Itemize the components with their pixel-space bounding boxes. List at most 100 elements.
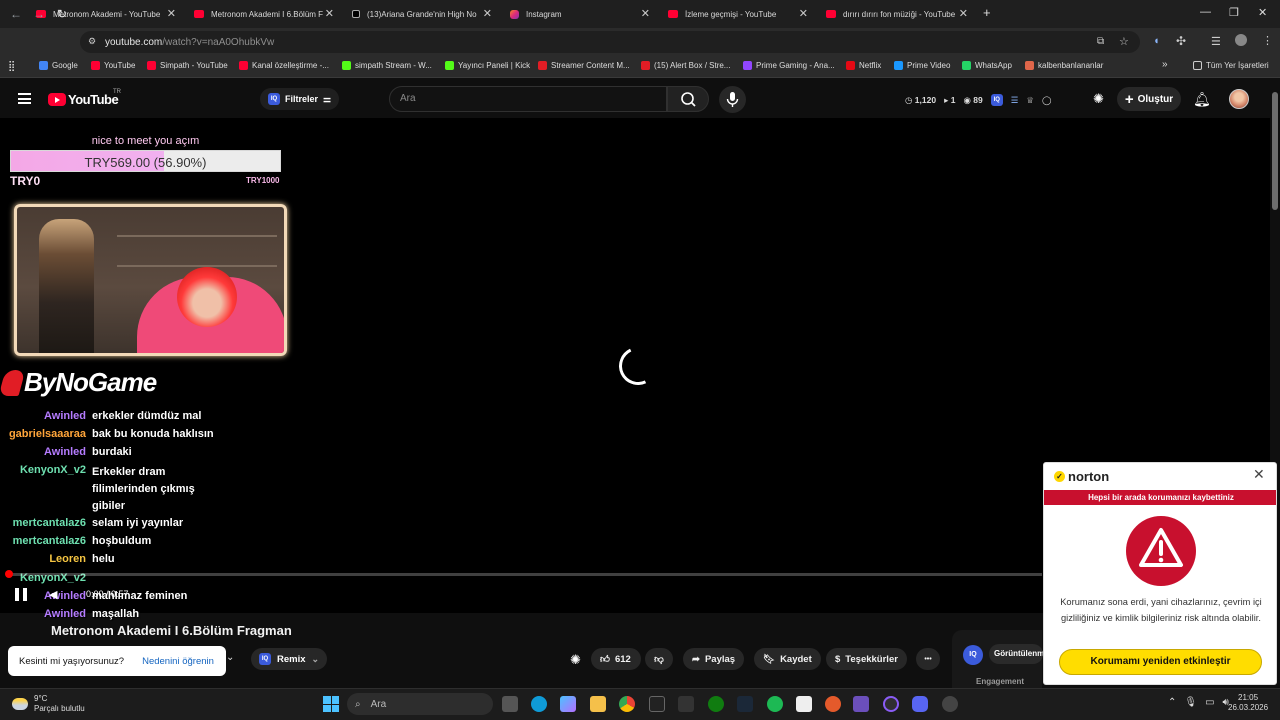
search-button[interactable] <box>667 86 709 112</box>
discord-icon[interactable] <box>912 696 928 712</box>
reload-icon[interactable]: ↻ <box>57 7 67 21</box>
youtube-logo-text[interactable]: YouTube <box>68 92 119 107</box>
progress-bar[interactable] <box>12 573 1042 576</box>
volume-icon[interactable]: ◀ <box>49 588 57 601</box>
bookmark-item[interactable]: Google <box>39 61 78 70</box>
progress-scrubber[interactable] <box>5 570 13 578</box>
tab-1[interactable]: Metronom Akademi - YouTube ✕ <box>30 4 180 24</box>
microphone-icon[interactable]: 🎙︎ <box>1184 697 1197 708</box>
bookmark-item[interactable]: kalbenbanlananlar <box>1025 61 1103 70</box>
steam-icon[interactable] <box>737 696 753 712</box>
tab-3[interactable]: (13)Ariana Grande'nin High No ✕ <box>346 4 496 24</box>
close-icon[interactable]: ✕ <box>799 7 808 20</box>
iq-extension-icon[interactable]: IQ <box>963 645 983 665</box>
sparkle-icon[interactable]: ✺ <box>1093 91 1104 107</box>
chevron-up-icon[interactable]: ⌃ <box>1168 697 1176 708</box>
extensions-icon[interactable]: ✣ <box>1176 34 1186 48</box>
remix-button[interactable]: IQ Remix ⌄ <box>251 648 328 670</box>
bookmark-item[interactable]: simpath Stream - W... <box>342 61 432 70</box>
bookmark-star-icon[interactable]: ☆ <box>1119 35 1129 48</box>
file-explorer-icon[interactable] <box>590 696 606 712</box>
bookmarks-overflow-icon[interactable]: » <box>1162 59 1168 70</box>
close-icon[interactable]: ✕ <box>641 7 650 20</box>
amazon-icon[interactable] <box>678 696 694 712</box>
minimize-icon[interactable]: — <box>1200 6 1211 18</box>
bookmark-item[interactable]: Simpath - YouTube <box>147 61 228 70</box>
pause-button[interactable] <box>15 588 27 601</box>
bookmark-item[interactable]: Kanal özelleştirme -... <box>239 61 329 70</box>
clock[interactable]: 21:05 26.03.2026 <box>1228 693 1268 713</box>
network-icon[interactable]: ▭ <box>1205 697 1214 708</box>
close-icon[interactable]: ✕ <box>959 7 968 20</box>
close-icon[interactable]: ✕ <box>167 7 176 20</box>
notifications-bell-icon[interactable]: 🔔︎ <box>1193 91 1211 108</box>
iq-extension-icon[interactable]: IQ <box>990 94 1003 106</box>
sparkle-icon[interactable]: ✺ <box>570 652 581 668</box>
spotify-icon[interactable] <box>767 696 783 712</box>
bookmark-item[interactable]: WhatsApp <box>962 61 1012 70</box>
views-tab[interactable]: Görüntülenme <box>989 644 1043 664</box>
epic-games-icon[interactable] <box>649 696 665 712</box>
all-bookmarks[interactable]: Tüm Yer İşaretleri <box>1193 61 1269 70</box>
create-button[interactable]: + Oluştur <box>1117 87 1181 111</box>
search-input[interactable] <box>389 86 667 112</box>
capcut-icon[interactable] <box>796 696 812 712</box>
site-info-icon[interactable]: ⚙ <box>88 36 96 47</box>
close-icon[interactable]: ✕ <box>483 7 492 20</box>
video-editor-icon[interactable] <box>853 696 869 712</box>
taskbar-search[interactable]: ⌕ Ara <box>347 693 493 715</box>
profile-icon[interactable] <box>1235 34 1247 46</box>
close-icon[interactable]: ✕ <box>1253 466 1265 483</box>
back-icon[interactable]: ← <box>10 7 22 21</box>
learn-why-link[interactable]: Nedenini öğrenin <box>142 656 214 667</box>
new-tab-button[interactable]: + <box>983 5 991 20</box>
like-button[interactable]: 👍︎ 612 <box>591 648 641 670</box>
close-icon[interactable]: ✕ <box>325 7 334 20</box>
extension-audio-icon[interactable]: ◖ <box>1153 35 1160 47</box>
bookmark-item[interactable]: Prime Gaming - Ana... <box>743 61 835 70</box>
youtube-logo-icon[interactable] <box>48 93 66 106</box>
trophy-icon[interactable]: ♕ <box>1026 95 1034 106</box>
tab-4[interactable]: Instagram ✕ <box>504 4 654 24</box>
tab-6[interactable]: dırırı dırırı fon müziği - YouTube ✕ <box>820 4 972 24</box>
install-app-icon[interactable]: ⧉ <box>1097 36 1104 47</box>
xbox-icon[interactable] <box>708 696 724 712</box>
dislike-button[interactable]: 👎︎ <box>645 648 673 670</box>
obs-icon[interactable] <box>883 696 899 712</box>
bookmark-item[interactable]: Prime Video <box>894 61 950 70</box>
weather-widget[interactable]: 9°C Parçalı bulutlu <box>12 694 85 714</box>
app-icon[interactable] <box>825 696 841 712</box>
bookmark-item[interactable]: (15) Alert Box / Stre... <box>641 61 730 70</box>
start-button-icon[interactable] <box>323 696 339 712</box>
maximize-icon[interactable]: ❐ <box>1229 6 1239 19</box>
share-button[interactable]: ➦ Paylaş <box>683 648 745 670</box>
window-close-icon[interactable]: ✕ <box>1258 6 1267 19</box>
hamburger-menu-icon[interactable] <box>18 93 31 104</box>
avatar[interactable] <box>1229 89 1249 109</box>
edge-icon[interactable] <box>531 696 547 712</box>
save-button[interactable]: 🔖︎ Kaydet <box>754 648 821 670</box>
bookmark-item[interactable]: Yayıncı Paneli | Kick <box>445 61 530 70</box>
task-view-icon[interactable] <box>502 696 518 712</box>
settings-gear-icon[interactable] <box>942 696 958 712</box>
media-icon[interactable]: ☰ <box>1211 35 1221 48</box>
bookmark-item[interactable]: YouTube <box>91 61 135 70</box>
more-actions-button[interactable]: ••• <box>916 648 940 670</box>
bookmark-item[interactable]: Streamer Content M... <box>538 61 630 70</box>
filter-button[interactable]: IQ Filtreler ⚌ <box>260 88 340 110</box>
bookmark-item[interactable]: Netflix <box>846 61 881 70</box>
forward-icon[interactable]: → <box>33 7 45 21</box>
scrollbar-thumb[interactable] <box>1272 92 1278 210</box>
menu-icon[interactable]: ⋮ <box>1262 34 1273 47</box>
chevron-down-icon[interactable]: ⌄ <box>226 652 234 663</box>
apps-icon[interactable]: ⣿ <box>8 61 15 72</box>
playlist-icon[interactable]: ☰ <box>1011 95 1019 106</box>
thanks-button[interactable]: $ Teşekkürler <box>826 648 907 670</box>
reactivate-protection-button[interactable]: Korumamı yeniden etkinleştir <box>1059 649 1262 675</box>
tab-5[interactable]: İzleme geçmişi - YouTube ✕ <box>662 4 812 24</box>
copilot-icon[interactable] <box>560 696 576 712</box>
chat-icon[interactable]: ◯ <box>1042 95 1052 106</box>
chrome-icon[interactable] <box>619 696 635 712</box>
voice-search-button[interactable] <box>719 86 746 113</box>
tab-2[interactable]: Metronom Akademi I 6.Bölüm F ✕ <box>188 4 338 24</box>
